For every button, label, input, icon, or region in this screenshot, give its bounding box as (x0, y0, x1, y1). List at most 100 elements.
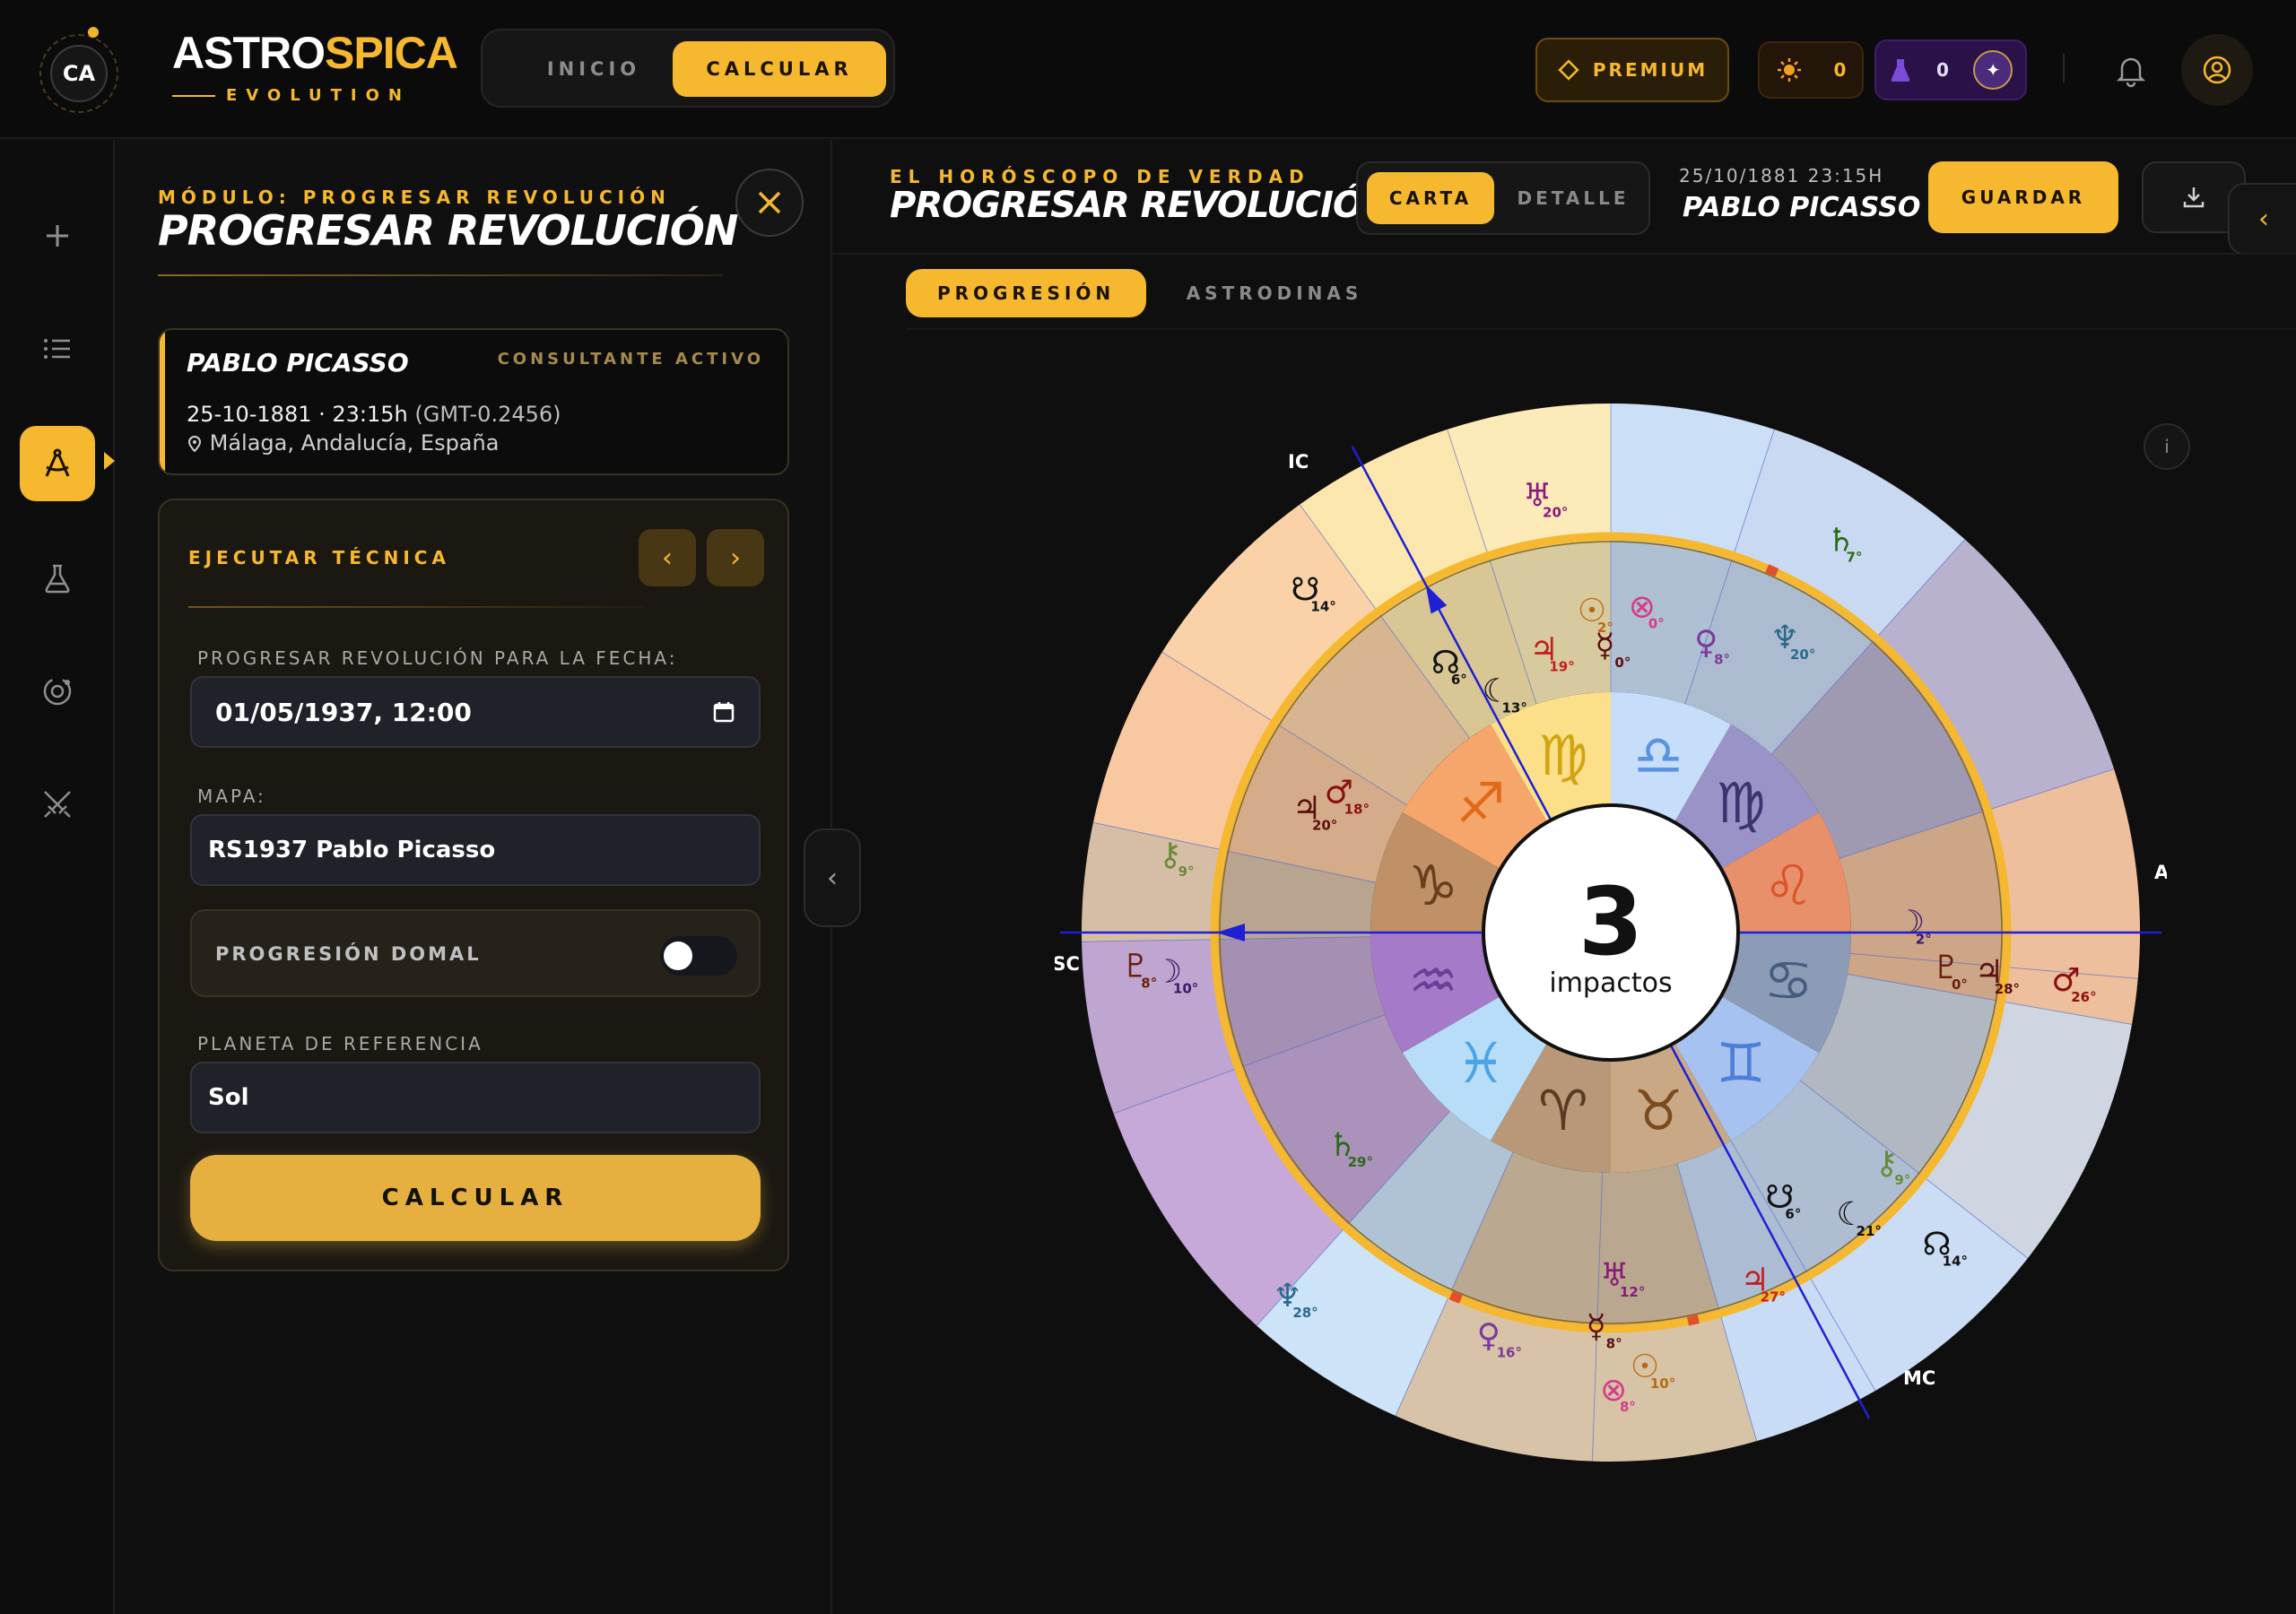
tab-progresion[interactable]: PROGRESIÓN (906, 269, 1146, 317)
zodiac-glyph: ♈ (1538, 1078, 1588, 1143)
brand-word-gold: SPICA (325, 28, 458, 78)
expand-side-button[interactable]: ‹ (2228, 183, 2296, 255)
flask-icon[interactable] (20, 541, 95, 616)
logo-status-dot (88, 27, 99, 38)
planet-degree: 9° (1894, 1172, 1910, 1188)
astro-wheel[interactable]: ♎♍♌♋♊♉♈♓♒♑♐♍ ☉2°⊗0°☿ 0°♀8°♆20°♃19°☊6° ☾13°… (1055, 377, 2167, 1488)
download-icon (2183, 187, 2205, 208)
planet-degree: 0° (1952, 976, 1968, 993)
planet-degree: 8° (1714, 652, 1730, 668)
map-select-value: RS1937 Pablo Picasso (208, 837, 496, 863)
planet-degree: 18° (1344, 801, 1370, 817)
diamond-icon (1558, 59, 1579, 81)
main-nav: INICIO CALCULAR (481, 29, 895, 108)
collapse-panel-button[interactable]: ‹ (804, 829, 861, 927)
planet-degree: 7° (1847, 550, 1863, 566)
client-name: PABLO PICASSO (187, 348, 409, 377)
logo-initials: CA (50, 45, 108, 102)
planet-degree: 16° (1497, 1344, 1522, 1360)
date-input[interactable]: 01/05/1937, 12:00 (190, 676, 761, 748)
tab-carta[interactable]: CARTA (1367, 172, 1494, 224)
sparkle-icon: ✦ (1973, 50, 2013, 90)
save-button[interactable]: GUARDAR (1928, 161, 2118, 233)
view-switch: CARTA DETALLE (1356, 161, 1650, 235)
ring-marker (1686, 1315, 1700, 1326)
zodiac-glyph: ♒ (1408, 948, 1458, 1013)
calculate-button[interactable]: CALCULAR (190, 1155, 761, 1241)
nav-calcular[interactable]: CALCULAR (673, 41, 886, 97)
zodiac-glyph: ♐ (1456, 770, 1506, 836)
nav-inicio[interactable]: INICIO (497, 41, 691, 97)
close-button[interactable] (735, 169, 804, 237)
potion-icon (1891, 59, 1909, 82)
client-card-accent (160, 330, 165, 473)
impact-label: impactos (1549, 968, 1672, 999)
zodiac-glyph: ♓ (1456, 1030, 1506, 1096)
planet-degree: 20° (1312, 817, 1337, 833)
header-separator (832, 253, 2296, 255)
planet-degree: 8° (1620, 1399, 1636, 1415)
client-status-badge: CONSULTANTE ACTIVO (497, 350, 764, 369)
logo-badge[interactable]: CA (39, 34, 118, 113)
module-kicker: MÓDULO: PROGRESAR REVOLUCIÓN (158, 187, 671, 208)
planet-degree: 28° (1995, 981, 2020, 997)
zodiac-glyph: ♋ (1763, 948, 1813, 1013)
form-kicker-underline (188, 606, 646, 608)
brand-logo[interactable]: ASTROSPICA (172, 27, 458, 79)
map-select[interactable]: RS1937 Pablo Picasso (190, 814, 761, 886)
calendar-icon[interactable] (712, 700, 735, 724)
ring-marker (1765, 564, 1779, 577)
list-icon[interactable] (20, 311, 95, 386)
planet-degree: 21° (1857, 1223, 1882, 1239)
prev-technique-button[interactable]: ‹ (639, 529, 696, 586)
planet-degree: 12° (1620, 1284, 1645, 1300)
client-place-text: Málaga, Andalucía, España (209, 430, 500, 456)
domal-toggle[interactable] (660, 936, 737, 976)
potion-credits[interactable]: 0 ✦ (1874, 39, 2027, 100)
planet-degree: 9° (1178, 863, 1195, 880)
planet-degree: 20° (1790, 646, 1815, 663)
side-rail (0, 141, 115, 1614)
plus-icon[interactable] (20, 198, 95, 273)
chevron-left-icon: ‹ (2258, 203, 2269, 235)
planet-degree: 20° (1543, 505, 1568, 521)
planet-degree: 8° (1606, 1336, 1622, 1352)
user-avatar-button[interactable] (2181, 34, 2253, 106)
planet-degree: 29° (1348, 1154, 1373, 1170)
active-rail-indicator (104, 452, 115, 470)
dsc-label: DSC (1055, 953, 1080, 975)
premium-button[interactable]: PREMIUM (1535, 38, 1729, 102)
client-datetime: 25-10-1881 · 23:15h (187, 402, 408, 427)
client-card[interactable]: PABLO PICASSO CONSULTANTE ACTIVO 25-10-1… (158, 328, 789, 475)
date-input-value: 01/05/1937, 12:00 (215, 697, 472, 727)
zodiac-glyph: ♉ (1633, 1078, 1683, 1143)
client-birth-place: Málaga, Andalucía, España (187, 430, 499, 456)
planet-degree: 19° (1549, 659, 1574, 675)
chart-title: PROGRESAR REVOLUCIÓN (890, 185, 1392, 226)
sun-count: 0 (1833, 59, 1847, 81)
premium-label: PREMIUM (1592, 59, 1709, 81)
impact-count: 3 (1578, 867, 1643, 976)
compass-icon[interactable] (20, 426, 95, 501)
map-label: MAPA: (197, 785, 266, 807)
swords-icon[interactable] (20, 767, 95, 842)
domal-label: PROGRESIÓN DOMAL (215, 943, 482, 965)
zodiac-glyph: ♎ (1633, 723, 1683, 788)
mc-label: MC (1903, 1367, 1935, 1389)
bell-icon[interactable] (2111, 50, 2151, 90)
reference-planet-select[interactable]: Sol (190, 1062, 761, 1133)
tab-astrodinas[interactable]: ASTRODINAS (1162, 269, 1387, 317)
form-kicker: EJECUTAR TÉCNICA (188, 547, 450, 568)
planet-degree: 10° (1173, 981, 1198, 997)
domal-toggle-row[interactable]: PROGRESIÓN DOMAL (190, 909, 761, 997)
next-technique-button[interactable]: › (707, 529, 764, 586)
planet-degree: 6° (1785, 1206, 1801, 1222)
chart-datetime: 25/10/1881 23:15H (1679, 165, 1884, 187)
orbit-icon[interactable] (20, 654, 95, 729)
tab-detalle[interactable]: DETALLE (1503, 172, 1643, 224)
sun-credits[interactable]: 0 (1758, 41, 1864, 99)
brand-subtitle: EVOLUTION (226, 86, 411, 105)
planet-degree: 27° (1761, 1289, 1786, 1306)
chart-person-name: PABLO PICASSO (1683, 192, 1921, 223)
planet-glyph: ☿ (1587, 1309, 1606, 1346)
